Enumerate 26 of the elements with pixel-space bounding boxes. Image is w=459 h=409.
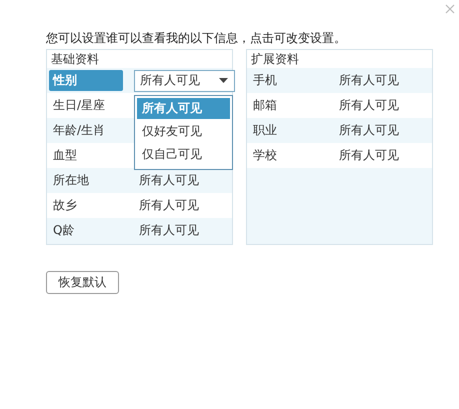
field-label[interactable]: 年龄/生肖 [49, 120, 123, 141]
visibility-value[interactable]: 所有人可见 [339, 72, 399, 89]
field-label[interactable]: Q龄 [49, 220, 123, 241]
dropdown-option[interactable]: 仅好友可见 [137, 120, 230, 142]
field-label[interactable]: 血型 [49, 145, 123, 166]
restore-default-button[interactable]: 恢复默认 [46, 271, 119, 294]
dropdown-option[interactable]: 仅自己可见 [137, 144, 230, 164]
visibility-value[interactable]: 所有人可见 [339, 147, 399, 164]
field-label[interactable]: 所在地 [49, 170, 123, 191]
field-label[interactable]: 邮箱 [249, 95, 323, 116]
field-label[interactable]: 故乡 [49, 195, 123, 216]
field-label[interactable]: 学校 [249, 145, 323, 166]
caret-icon [219, 78, 228, 83]
visibility-dropdown[interactable]: 所有人可见 [134, 70, 235, 92]
panel-title: 扩展资料 [247, 50, 432, 68]
field-label[interactable]: 手机 [249, 70, 323, 91]
visibility-value[interactable]: 所有人可见 [339, 122, 399, 139]
close-icon[interactable] [445, 4, 455, 14]
panel-title: 基础资料 [47, 50, 232, 68]
visibility-value[interactable]: 所有人可见 [139, 222, 199, 239]
field-label[interactable]: 职业 [249, 120, 323, 141]
visibility-value[interactable]: 所有人可见 [339, 97, 399, 114]
instruction-text: 您可以设置谁可以查看我的以下信息，点击可改变设置。 [46, 30, 347, 47]
field-label[interactable]: 生日/星座 [49, 95, 123, 116]
visibility-value[interactable]: 所有人可见 [139, 172, 199, 189]
visibility-value[interactable]: 所有人可见 [139, 197, 199, 214]
